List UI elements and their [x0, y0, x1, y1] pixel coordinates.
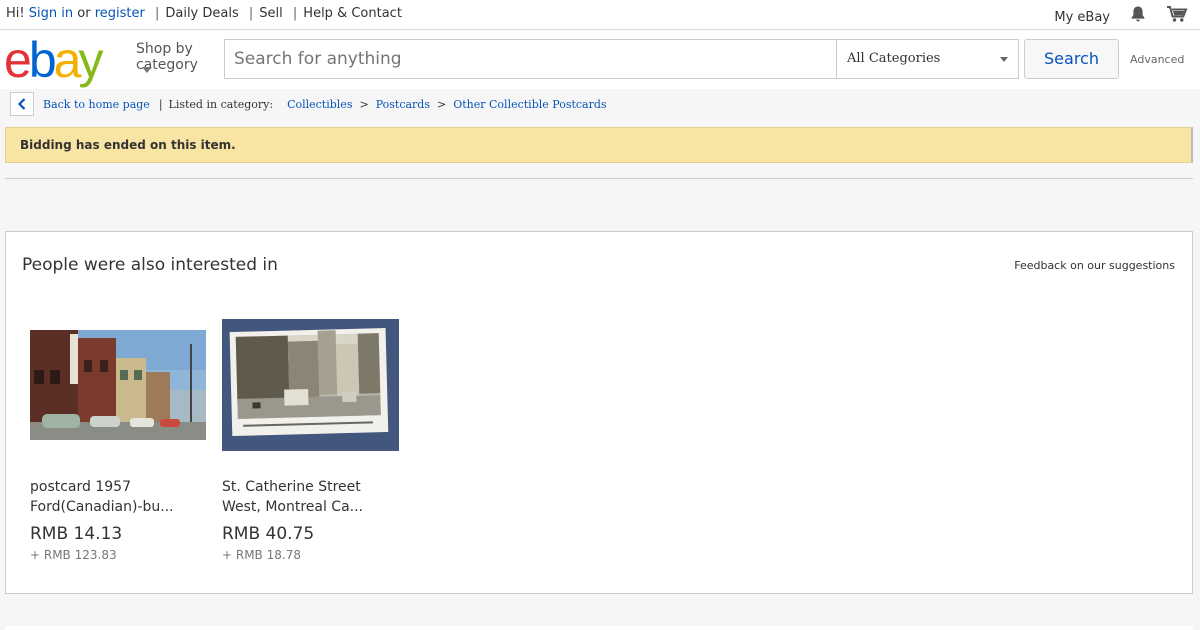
sign-in-link[interactable]: Sign in: [29, 6, 73, 21]
breadcrumb-item-other-postcards[interactable]: Other Collectible Postcards: [453, 98, 606, 111]
divider: |: [292, 6, 298, 21]
suggestions-panel: People were also interested in Feedback …: [5, 231, 1193, 594]
item-title[interactable]: St. Catherine Street West, Montreal Ca..…: [222, 477, 400, 517]
search-input[interactable]: [225, 40, 836, 78]
chevron-down-icon: [142, 67, 152, 73]
bidding-ended-banner: Bidding has ended on this item.: [5, 127, 1193, 163]
bell-icon[interactable]: [1130, 5, 1146, 27]
daily-deals-link[interactable]: Daily Deals: [165, 6, 238, 21]
register-link[interactable]: register: [95, 6, 145, 21]
help-contact-link[interactable]: Help & Contact: [303, 6, 402, 21]
item-price: RMB 14.13: [30, 524, 123, 544]
breadcrumb-item-postcards[interactable]: Postcards: [376, 98, 430, 111]
breadcrumb-separator: >: [359, 97, 369, 111]
cart-icon[interactable]: [1166, 5, 1188, 27]
advanced-search-link[interactable]: Advanced: [1130, 53, 1184, 66]
utility-links: Hi! Sign in or register | Daily Deals | Se…: [6, 6, 402, 21]
listed-in-label: Listed in category:: [168, 97, 274, 111]
or-text: or: [77, 6, 91, 21]
top-utility-bar: Hi! Sign in or register | Daily Deals | Se…: [0, 0, 1200, 30]
item-shipping: + RMB 18.78: [222, 548, 301, 562]
suggestions-title: People were also interested in: [22, 255, 278, 275]
divider: |: [158, 97, 163, 111]
breadcrumb-item-collectibles[interactable]: Collectibles: [287, 98, 352, 111]
postcard-image[interactable]: [222, 319, 399, 451]
back-button[interactable]: [10, 92, 34, 116]
divider: |: [248, 6, 254, 21]
item-shipping: + RMB 123.83: [30, 548, 117, 562]
shop-by-category-button[interactable]: Shop by category: [136, 41, 198, 73]
my-ebay-link[interactable]: My eBay: [1054, 10, 1110, 25]
divider: |: [154, 6, 160, 21]
banner-message: Bidding has ended on this item.: [20, 138, 236, 152]
category-selected-value: All Categories: [847, 51, 941, 66]
feedback-link[interactable]: Feedback on our suggestions: [1014, 259, 1175, 272]
dropdown-arrow-icon: [1000, 57, 1008, 62]
back-to-home-link[interactable]: Back to home page: [43, 98, 150, 111]
item-title[interactable]: postcard 1957 Ford(Canadian)-bu...: [30, 477, 208, 517]
chevron-left-icon: [17, 98, 26, 110]
divider-line: [5, 178, 1193, 179]
utility-right: My eBay: [1054, 5, 1188, 27]
greeting-text: Hi!: [6, 6, 25, 21]
footer-edge: [5, 626, 1193, 630]
ebay-logo[interactable]: ebay: [4, 35, 103, 85]
search-bar: All Categories: [224, 39, 1019, 79]
shop-by-label: Shop by: [136, 41, 193, 57]
sell-link[interactable]: Sell: [259, 6, 282, 21]
breadcrumb-separator: >: [437, 97, 447, 111]
postcard-image[interactable]: [30, 330, 206, 440]
search-button[interactable]: Search: [1024, 39, 1119, 79]
category-select[interactable]: All Categories: [836, 40, 1018, 78]
breadcrumb: Back to home page | Listed in category: …: [10, 92, 607, 116]
item-price: RMB 40.75: [222, 524, 315, 544]
header: ebay Shop by category All Categories Sea…: [0, 31, 1200, 89]
